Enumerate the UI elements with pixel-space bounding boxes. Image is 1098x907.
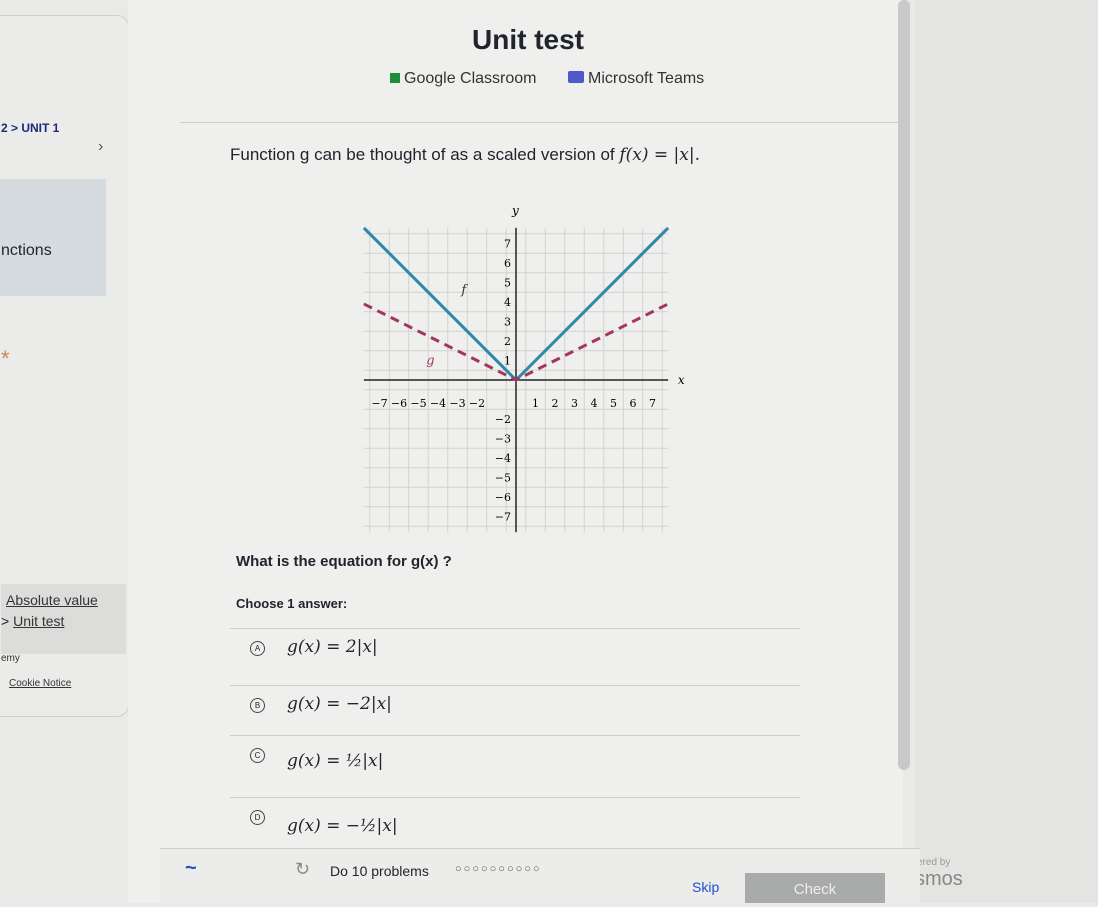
y-tick-label: 7 [504,238,511,251]
google-classroom-button[interactable]: Google Classroom [390,70,537,88]
x-tick-label: 3 [571,397,578,410]
option-letter: A [250,641,265,656]
x-tick-label: −7 [371,397,387,410]
y-tick-label: −6 [495,491,511,504]
google-classroom-icon [390,73,400,83]
progress-dot: ○ [472,863,481,875]
choose-label: Choose 1 answer: [236,596,348,611]
answer-option-a[interactable]: Ag(x) = 2|x| [230,628,800,686]
y-tick-label: 4 [504,296,511,309]
option-equation: g(x) = −2|x| [287,694,392,714]
skip-button[interactable]: Skip [692,879,719,895]
y-tick-label: 1 [504,355,511,368]
y-tick-label: −4 [495,452,511,465]
illustration-pencil-hand: * [1,346,10,371]
option-equation: g(x) = 2|x| [287,637,378,657]
progress-dot: ○ [532,863,542,875]
unit-card[interactable]: nctions [0,179,106,296]
y-tick-label: 5 [504,277,511,290]
x-tick-label: 2 [552,397,559,410]
x-tick-label: −5 [410,397,426,410]
y-tick-label: −3 [495,433,511,446]
prompt-text: Function g can be thought of as a scaled… [230,145,620,164]
option-letter: C [250,748,265,763]
option-equation: g(x) = ½|x| [287,751,384,771]
y-tick-label: 6 [504,257,511,270]
right-panel: ered by smos [915,0,1098,903]
series-label-g: g [426,353,434,368]
question-ask: What is the equation for g(x) ? [236,553,452,570]
y-tick-label: −2 [495,413,511,426]
x-tick-label: 6 [630,397,637,410]
y-tick-label: 3 [504,316,511,329]
question-prompt: Function g can be thought of as a scaled… [230,145,700,165]
x-tick-label: 1 [532,397,539,410]
x-tick-label: 5 [610,397,617,410]
progress-dot: ○ [489,863,499,875]
check-button[interactable]: Check [745,873,885,903]
graph: xy−7 −6 −5 −4 −3 −2 1 2 3 4 5 6 7−7−6−5−4−3−21234567… [362,203,685,533]
x-axis-label: x [678,373,685,387]
separator: > [1,613,10,629]
breadcrumb-links: Absolute value > Unit test [1,584,126,654]
page-title: Unit test [472,24,584,55]
x-tick-label: −6 [391,397,407,410]
microsoft-teams-button[interactable]: Microsoft Teams [568,70,704,88]
y-tick-label: −7 [495,511,511,524]
progress-dot: ○ [480,863,490,875]
y-tick-label: −5 [495,472,511,485]
footer-brand: emy [1,653,20,664]
sidebar: 2 > UNIT 1 › nctions * Absolute value > … [0,15,129,717]
cookie-notice-link[interactable]: Cookie Notice [9,678,71,689]
progress-dot: ○ [515,863,525,875]
refresh-icon: ↻ [295,859,311,879]
y-axis-label: y [511,203,519,217]
x-tick-label: 7 [649,397,656,410]
y-tick-label: 2 [504,335,511,348]
x-tick-label: −3 [449,397,465,410]
desmos-logo: smos [915,868,963,890]
progress-dot: ○ [524,863,533,875]
chevron-right-icon[interactable]: › [98,138,103,156]
scrollbar[interactable] [898,0,910,770]
prompt-math: f(x) = |x|. [619,145,701,165]
option-equation: g(x) = −½|x| [287,816,398,836]
answer-option-b[interactable]: Bg(x) = −2|x| [230,685,800,736]
option-letter: D [250,810,265,825]
powered-by-label: ered by [917,857,951,868]
progress-dots: ○○○○○○○○○○ [455,863,542,875]
x-tick-label: 4 [591,397,598,410]
breadcrumb[interactable]: 2 > UNIT 1 [1,121,59,135]
answer-option-c[interactable]: Cg(x) = ½|x| [230,735,800,796]
x-tick-label: −2 [469,397,485,410]
progress-label: Do 10 problems [330,863,429,879]
microsoft-teams-label: Microsoft Teams [588,70,705,87]
progress-dot: ○ [498,863,507,875]
progress-dot: ○ [463,863,473,875]
google-classroom-label: Google Classroom [404,70,537,87]
progress-dot: ○ [455,863,464,875]
scratchpad-icon[interactable]: ~ [185,857,197,880]
divider [180,122,900,123]
answer-option-d[interactable]: Dg(x) = −½|x| [230,797,800,848]
microsoft-teams-icon [568,71,584,83]
unit-label: nctions [1,242,52,259]
progress-dot: ○ [506,863,516,875]
x-tick-label: −4 [430,397,446,410]
link-absolute-value[interactable]: Absolute value [6,592,98,608]
option-letter: B [250,698,265,713]
link-unit-test[interactable]: Unit test [13,613,64,629]
